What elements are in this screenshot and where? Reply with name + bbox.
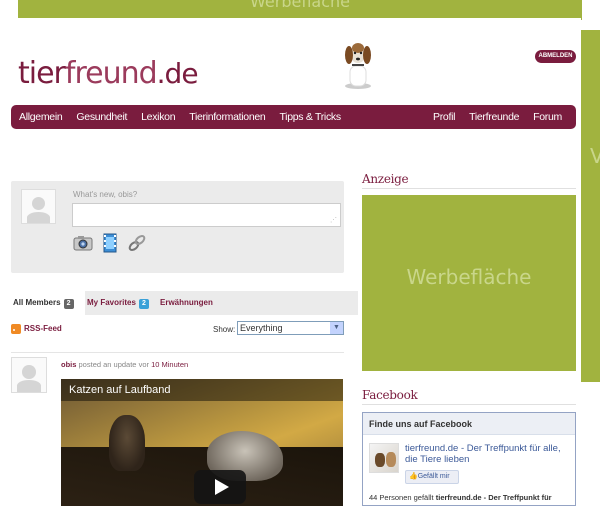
- chevron-down-icon[interactable]: ▼: [330, 322, 343, 334]
- nav-left-group: Allgemein Gesundheit Lexikon Tierinforma…: [19, 105, 355, 129]
- avatar-body: [26, 211, 51, 223]
- nav-item-profil[interactable]: Profil: [433, 111, 455, 123]
- facebook-like-button[interactable]: 👍Gefällt mir: [405, 470, 459, 484]
- right-ad-banner[interactable]: V: [581, 30, 600, 382]
- facebook-count-page[interactable]: tierfreund.de - Der Treffpunkt für: [436, 493, 552, 502]
- tab-mentions[interactable]: Erwähnungen: [160, 291, 213, 315]
- nav-item-tierfreunde[interactable]: Tierfreunde: [469, 111, 519, 123]
- video-film-icon[interactable]: [100, 233, 120, 253]
- top-ad-banner[interactable]: Werbefläche: [18, 0, 582, 20]
- right-ad-letter: V: [590, 144, 600, 168]
- facebook-box-title: Finde uns auf Facebook: [363, 413, 575, 435]
- page: tierfreund.de ABMELDEN Allgemein Gesundh…: [0, 18, 581, 506]
- nav-right-group: Profil Tierfreunde Forum: [419, 105, 562, 129]
- nav-item-gesundheit[interactable]: Gesundheit: [76, 111, 127, 123]
- site-logo[interactable]: tierfreund.de: [18, 56, 199, 91]
- video-title[interactable]: Katzen auf Laufband: [69, 384, 171, 396]
- sidebar-ad-heading: Anzeige: [362, 172, 409, 186]
- sidebar-facebook-heading: Facebook: [362, 388, 418, 402]
- activity-time-link[interactable]: 10 Minuten: [151, 360, 188, 369]
- sidebar-ad-label: Werbefläche: [406, 265, 532, 289]
- camera-icon[interactable]: [73, 233, 93, 253]
- video-thumbnail-cat-dark: [109, 415, 145, 471]
- nav-item-forum[interactable]: Forum: [533, 111, 562, 123]
- feed-divider: [11, 352, 344, 353]
- tab-my-favorites[interactable]: My Favorites 2: [87, 291, 149, 315]
- avatar-body: [16, 380, 42, 392]
- activity-avatar[interactable]: [11, 357, 47, 393]
- activity-meta: obis posted an update vor 10 Minuten: [61, 360, 188, 369]
- play-button-icon[interactable]: [194, 470, 246, 504]
- activity-tabs: All Members 2 My Favorites 2 Erwähnungen: [11, 291, 358, 315]
- avatar-head: [31, 197, 46, 211]
- facebook-page-thumbnail[interactable]: [369, 443, 399, 473]
- facebook-count-prefix: 44 Personen gefällt: [369, 493, 434, 502]
- activity-action: posted an update: [78, 360, 137, 369]
- whats-new-textarea[interactable]: ⋰: [72, 203, 341, 227]
- facebook-like-count: 44 Personen gefällt tierfreund.de - Der …: [369, 493, 552, 502]
- activity-time-prefix: vor: [138, 360, 149, 369]
- favorites-count-badge: 2: [138, 299, 149, 309]
- tab-all-members[interactable]: All Members 2: [11, 291, 85, 315]
- rss-feed-link[interactable]: RSS-Feed: [24, 324, 62, 333]
- facebook-like-label: Gefällt mir: [417, 473, 450, 480]
- logo-part-tier: tier: [18, 56, 66, 91]
- logo-tld: .de: [156, 57, 199, 90]
- nav-item-tierinformationen[interactable]: Tierinformationen: [189, 111, 266, 123]
- avatar[interactable]: [21, 189, 56, 224]
- beagle-mascot-icon: [345, 43, 371, 89]
- top-ad-label: Werbefläche: [250, 0, 350, 11]
- logo-part-freund: freund: [64, 56, 158, 91]
- activity-post-form: What's new, obis? ⋰: [11, 181, 344, 273]
- show-filter-select[interactable]: Everything ▼: [237, 321, 344, 335]
- main-navigation: Allgemein Gesundheit Lexikon Tierinforma…: [11, 105, 576, 129]
- show-filter-value: Everything: [240, 323, 283, 333]
- sidebar-ad-box[interactable]: Werbefläche: [362, 195, 576, 371]
- logout-button[interactable]: ABMELDEN: [535, 50, 576, 63]
- sidebar-facebook-rule: [362, 404, 576, 405]
- thumbs-up-icon: 👍: [409, 473, 418, 480]
- facebook-page-link[interactable]: tierfreund.de - Der Treffpunkt für alle,…: [405, 443, 575, 465]
- nav-item-tipps-tricks[interactable]: Tipps & Tricks: [279, 111, 341, 123]
- all-members-count-badge: 2: [63, 299, 74, 309]
- avatar-head: [22, 365, 36, 380]
- tab-all-members-label: All Members: [13, 298, 61, 307]
- activity-user-link[interactable]: obis: [61, 360, 76, 369]
- nav-item-allgemein[interactable]: Allgemein: [19, 111, 63, 123]
- tab-my-favorites-label: My Favorites: [87, 298, 136, 307]
- whats-new-prompt: What's new, obis?: [73, 190, 138, 199]
- nav-item-lexikon[interactable]: Lexikon: [141, 111, 175, 123]
- link-chain-icon[interactable]: [127, 233, 147, 253]
- show-filter-label: Show:: [213, 325, 236, 334]
- resize-grip-icon[interactable]: ⋰: [330, 216, 337, 224]
- sidebar-ad-rule: [362, 188, 576, 189]
- rss-icon[interactable]: [11, 324, 21, 334]
- video-embed[interactable]: Katzen auf Laufband: [61, 379, 343, 506]
- facebook-like-box: Finde uns auf Facebook tierfreund.de - D…: [362, 412, 576, 506]
